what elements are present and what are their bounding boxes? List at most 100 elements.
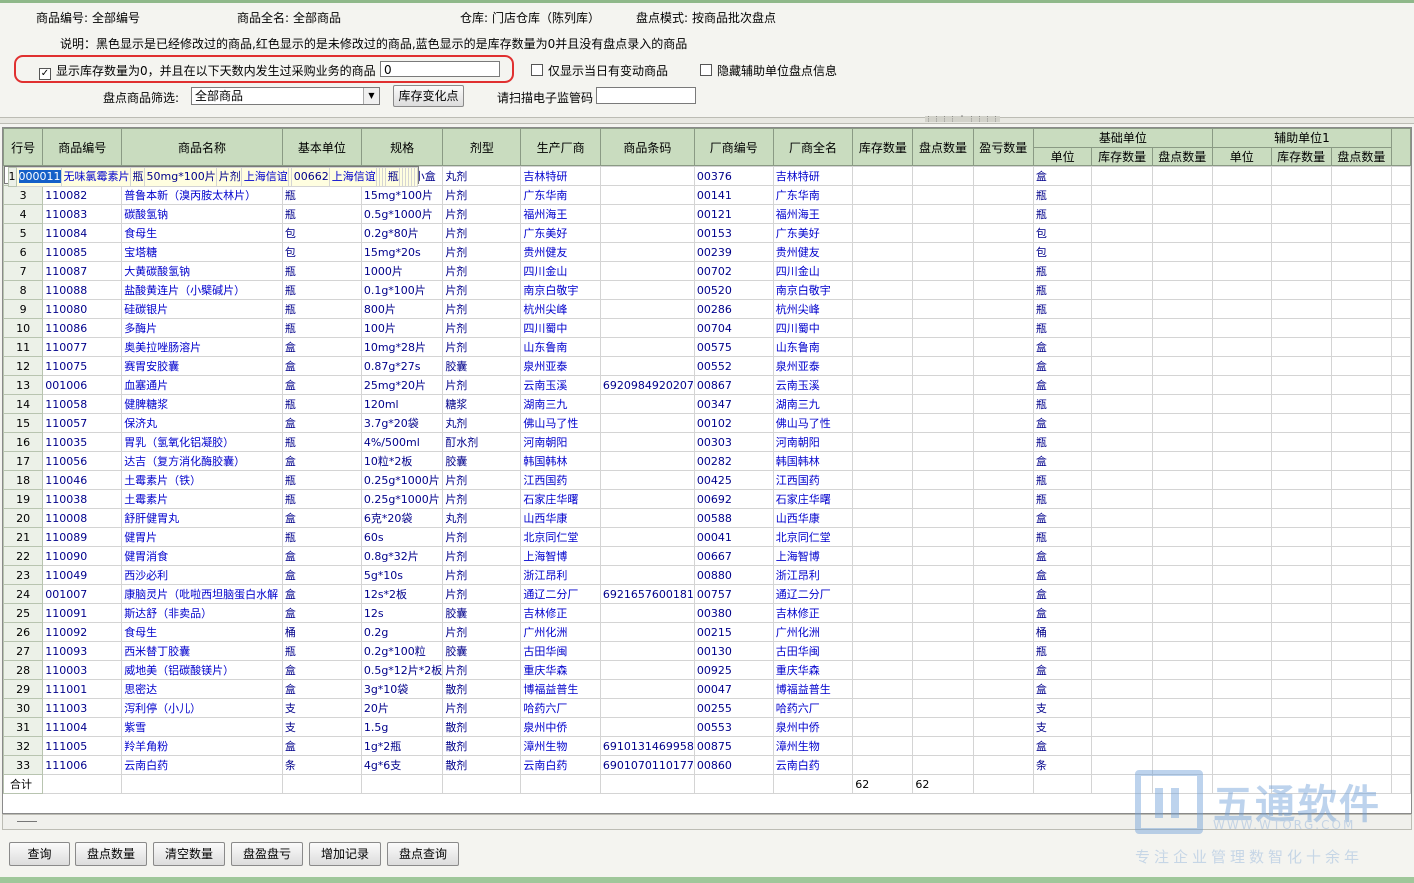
manufacturer-cell[interactable]: 佛山马了性 [520, 413, 601, 433]
base-unit-cell[interactable]: 盒 [281, 565, 362, 585]
empty-cell[interactable] [972, 185, 1034, 205]
spec-cell[interactable]: 120ml [360, 394, 444, 414]
empty-cell[interactable] [1390, 660, 1411, 680]
empty-cell[interactable] [1330, 280, 1392, 300]
product-code-cell[interactable]: 001006 [42, 375, 123, 395]
basic-unit-cell[interactable]: 瓶 [1032, 470, 1093, 490]
empty-cell[interactable] [1330, 717, 1392, 737]
empty-cell[interactable] [912, 660, 974, 680]
empty-cell[interactable] [972, 394, 1034, 414]
barcode-cell[interactable] [599, 717, 695, 737]
basic-unit-cell[interactable]: 瓶 [1032, 261, 1093, 281]
empty-cell[interactable] [972, 546, 1034, 566]
manufacturer-cell[interactable]: 重庆华森 [520, 660, 601, 680]
barcode-cell[interactable] [599, 356, 695, 376]
row-number-cell[interactable]: 4 [3, 204, 44, 224]
vendor-code-cell[interactable]: 00215 [693, 622, 774, 642]
empty-cell[interactable] [1270, 527, 1332, 547]
row-number-cell[interactable]: 6 [3, 242, 44, 262]
empty-cell[interactable] [852, 242, 914, 262]
product-code-cell[interactable]: 110087 [42, 261, 123, 281]
base-unit-cell[interactable]: 瓶 [281, 318, 362, 338]
base-unit-cell[interactable]: 瓶 [281, 204, 362, 224]
basic-unit-cell[interactable]: 盒 [1032, 451, 1093, 471]
empty-cell[interactable] [1091, 660, 1153, 680]
empty-cell[interactable] [1211, 166, 1272, 186]
product-code-cell[interactable]: 110088 [42, 280, 123, 300]
dosage-form-cell[interactable]: 散剂 [442, 736, 522, 756]
empty-cell[interactable] [1211, 736, 1272, 756]
product-code-cell[interactable]: 110046 [42, 470, 123, 490]
base-unit-cell[interactable]: 盒 [281, 451, 362, 471]
spec-cell[interactable]: 25mg*20片 [360, 375, 444, 395]
vendor-name-cell[interactable]: 上海智博 [772, 546, 854, 566]
empty-cell[interactable] [1151, 356, 1213, 376]
row-number-cell[interactable]: 27 [3, 641, 44, 661]
product-name-cell[interactable]: 硅碳银片 [121, 299, 283, 319]
table-row[interactable]: 26 110092 食母生 桶 0.2g 片剂 广州化洲 00215 广州化洲 桶 [3, 622, 1411, 642]
empty-cell[interactable] [1270, 565, 1332, 585]
vendor-code-cell[interactable]: 00588 [693, 508, 774, 528]
empty-cell[interactable] [1390, 546, 1411, 566]
empty-cell[interactable] [413, 167, 418, 187]
dosage-form-cell[interactable]: 片剂 [442, 337, 522, 357]
table-row[interactable]: 7 110087 大黄碳酸氢钠 瓶 1000片 片剂 四川金山 00702 四川金山 瓶 [3, 261, 1411, 281]
empty-cell[interactable] [1091, 527, 1153, 547]
dosage-form-cell[interactable]: 片剂 [442, 299, 522, 319]
dosage-form-cell[interactable]: 散剂 [442, 717, 522, 737]
empty-cell[interactable] [1211, 679, 1272, 699]
base-unit-cell[interactable]: 盒 [281, 356, 362, 376]
empty-cell[interactable] [1330, 489, 1392, 509]
vendor-name-cell[interactable]: 山东鲁南 [772, 337, 854, 357]
row-number-cell[interactable]: 33 [3, 755, 44, 775]
product-code-cell[interactable]: 110085 [42, 242, 123, 262]
empty-cell[interactable] [852, 356, 914, 376]
empty-cell[interactable] [1270, 736, 1332, 756]
manufacturer-cell[interactable]: 泉州亚泰 [520, 356, 601, 376]
barcode-cell[interactable]: 6921657600181 [599, 584, 695, 604]
spec-cell[interactable]: 10mg*28片 [360, 337, 444, 357]
empty-cell[interactable] [912, 166, 974, 186]
product-name-cell[interactable]: 普鲁本新（溴丙胺太林片） [121, 185, 283, 205]
vendor-name-cell[interactable]: 吉林修正 [772, 603, 854, 623]
empty-cell[interactable] [1091, 223, 1153, 243]
empty-cell[interactable] [1151, 375, 1213, 395]
row-number-cell[interactable]: 32 [3, 736, 44, 756]
product-code-cell[interactable]: 110089 [42, 527, 123, 547]
empty-cell[interactable] [1330, 223, 1392, 243]
empty-cell[interactable] [912, 565, 974, 585]
empty-cell[interactable] [912, 318, 974, 338]
empty-cell[interactable] [1270, 679, 1332, 699]
row-number-cell[interactable]: 31 [3, 717, 44, 737]
table-row[interactable]: 14 110058 健脾糖浆 瓶 120ml 糖浆 湖南三九 00347 湖南三九 瓶 [3, 394, 1411, 414]
table-row[interactable]: 9 110080 硅碳银片 瓶 800片 片剂 杭州尖峰 00286 杭州尖峰 瓶 [3, 299, 1411, 319]
dosage-form-cell[interactable]: 片剂 [442, 698, 522, 718]
row-number-cell[interactable]: 20 [3, 508, 44, 528]
empty-cell[interactable] [1091, 394, 1153, 414]
empty-cell[interactable] [1091, 603, 1153, 623]
dosage-form-cell[interactable]: 片剂 [215, 167, 242, 187]
row-number-cell[interactable]: 12 [3, 356, 44, 376]
empty-cell[interactable] [1091, 470, 1153, 490]
manufacturer-cell[interactable]: 杭州尖峰 [520, 299, 601, 319]
empty-cell[interactable] [1390, 413, 1411, 433]
vendor-code-cell[interactable]: 00376 [693, 166, 774, 186]
empty-cell[interactable] [1390, 470, 1411, 490]
empty-cell[interactable] [1390, 508, 1411, 528]
vendor-code-cell[interactable]: 00553 [693, 717, 774, 737]
basic-unit-cell[interactable]: 支 [1032, 717, 1093, 737]
empty-cell[interactable] [1270, 546, 1332, 566]
product-code-cell[interactable]: 110080 [42, 299, 123, 319]
empty-cell[interactable] [972, 622, 1034, 642]
row-number-cell[interactable]: 19 [3, 489, 44, 509]
empty-cell[interactable] [1270, 660, 1332, 680]
barcode-cell[interactable]: 6901070110177 [599, 755, 695, 775]
row-number-cell[interactable]: 5 [3, 223, 44, 243]
product-code-cell[interactable]: 110086 [42, 318, 123, 338]
vendor-name-cell[interactable]: 漳州生物 [772, 736, 854, 756]
vendor-name-cell[interactable]: 韩国韩林 [772, 451, 854, 471]
barcode-cell[interactable] [599, 413, 695, 433]
row-number-cell[interactable]: 11 [3, 337, 44, 357]
empty-cell[interactable] [972, 337, 1034, 357]
col-header-diff[interactable]: 盈亏数量 [972, 128, 1034, 166]
